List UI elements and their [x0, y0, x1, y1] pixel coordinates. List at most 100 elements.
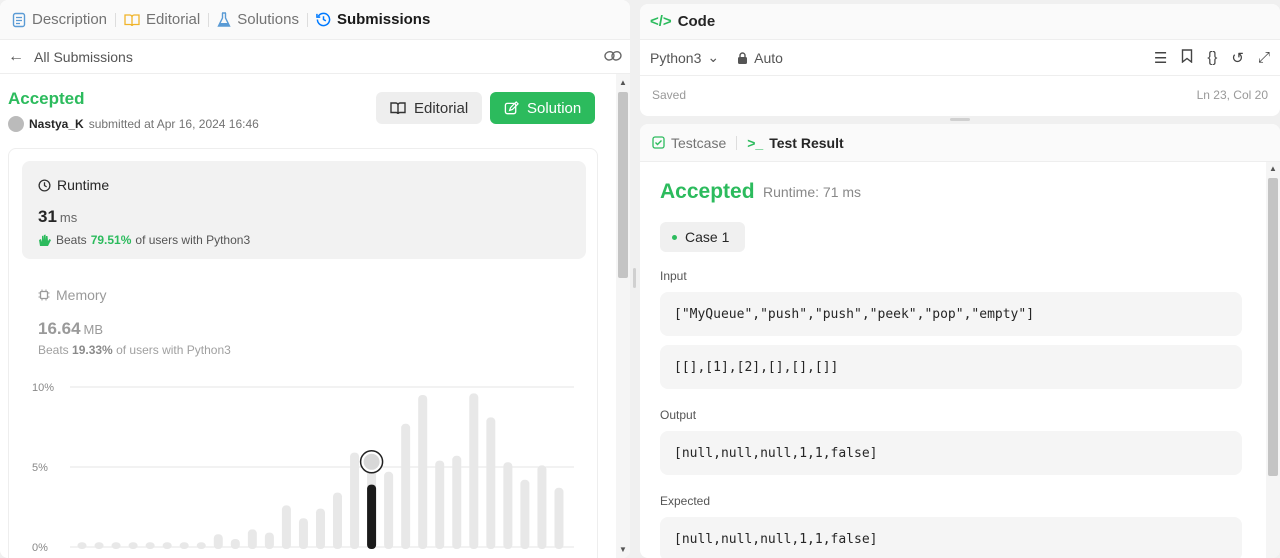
- chart-bar: [435, 460, 445, 549]
- all-submissions-link[interactable]: All Submissions: [34, 49, 133, 65]
- beats-prefix: Beats: [56, 233, 87, 247]
- lock-icon: [737, 51, 748, 64]
- left-scrollbar[interactable]: ▲ ▼: [616, 74, 630, 558]
- tab-solutions[interactable]: Solutions: [211, 11, 305, 28]
- braces-icon[interactable]: {}: [1207, 49, 1217, 67]
- runtime-beats-pct: 79.51%: [90, 233, 132, 247]
- chart-bar: [77, 542, 87, 549]
- editorial-button[interactable]: Editorial: [376, 92, 483, 124]
- tab-submissions-label: Submissions: [336, 11, 431, 28]
- memory-beats-pct: 19.33%: [72, 343, 113, 357]
- chevron-down-icon: ⌄: [707, 49, 720, 65]
- code-icon: </>: [650, 13, 672, 30]
- scroll-up-arrow-icon[interactable]: ▲: [1269, 164, 1277, 173]
- scroll-up-arrow-icon[interactable]: ▲: [619, 78, 627, 87]
- result-runtime: Runtime: 71 ms: [763, 184, 862, 200]
- chart-bar: [128, 542, 138, 549]
- terminal-icon: >_: [747, 134, 764, 151]
- memory-number: 16.64: [38, 319, 81, 338]
- submitted-time: submitted at Apr 16, 2024 16:46: [88, 117, 259, 131]
- runtime-label-text: Runtime: [57, 177, 110, 193]
- reset-icon[interactable]: ↺: [1231, 49, 1244, 67]
- scroll-down-arrow-icon[interactable]: ▼: [619, 545, 627, 554]
- code-title: Code: [677, 13, 716, 30]
- input-label: Input: [660, 269, 687, 283]
- chart-bar: [179, 542, 189, 549]
- scrollbar-thumb[interactable]: [1268, 178, 1278, 476]
- chart-bar: [401, 423, 411, 549]
- chart-bar: [230, 539, 240, 549]
- bookmark-icon[interactable]: [1181, 48, 1193, 67]
- chart-bar: [94, 542, 104, 549]
- input-line-1: ["MyQueue","push","push","peek","pop","e…: [674, 306, 1035, 322]
- auto-mode[interactable]: Auto: [737, 50, 783, 66]
- y-tick-label: 5%: [32, 462, 48, 474]
- chart-bar: [537, 465, 547, 549]
- code-toolbar: Python3 ⌄ Auto ☰ {} ↺ ⤢: [640, 40, 1280, 76]
- chart-bar: [520, 479, 530, 549]
- description-icon: [12, 12, 26, 28]
- result-panel: Testcase >_ Test Result Accepted Runtime…: [640, 124, 1280, 558]
- tab-testcase-label: Testcase: [671, 134, 727, 151]
- chart-bar: [111, 542, 121, 549]
- output-value: [null,null,null,1,1,false]: [674, 445, 878, 461]
- runtime-unit: ms: [59, 210, 78, 225]
- memory-beats: Beats 19.33% of users with Python3: [38, 343, 231, 357]
- tab-test-result-label: Test Result: [769, 134, 844, 151]
- back-arrow-icon[interactable]: ←: [8, 48, 24, 66]
- tab-editorial[interactable]: Editorial: [118, 11, 206, 28]
- share-link-icon[interactable]: [604, 49, 622, 65]
- tab-testcase[interactable]: Testcase: [652, 135, 726, 151]
- expand-icon[interactable]: ⤢: [1258, 49, 1270, 67]
- memory-label-text: Memory: [56, 287, 107, 303]
- submission-status: Accepted: [8, 89, 85, 108]
- input-box-2: [[],[1],[2],[],[],[]]: [660, 345, 1242, 389]
- hands-icon: [38, 234, 52, 247]
- tab-test-result[interactable]: >_ Test Result: [747, 135, 843, 151]
- chart-bar: [281, 505, 291, 549]
- horizontal-resize-handle[interactable]: [950, 118, 970, 121]
- beats-suffix: of users with Python3: [135, 233, 251, 247]
- scrollbar-thumb[interactable]: [618, 92, 628, 278]
- chart-bar: [418, 395, 428, 549]
- input-box-1: ["MyQueue","push","push","peek","pop","e…: [660, 292, 1242, 336]
- cursor-position: Ln 23, Col 20: [1196, 88, 1268, 102]
- chart-bar: [264, 532, 274, 549]
- pass-dot: [672, 234, 677, 240]
- username[interactable]: Nastya_K: [29, 117, 84, 131]
- highlight-bar: [367, 484, 377, 549]
- beats-suffix: of users with Python3: [116, 343, 231, 357]
- runtime-number: 31: [38, 207, 57, 226]
- y-tick-label: 10%: [32, 382, 54, 394]
- case-tab[interactable]: Case 1: [660, 222, 746, 252]
- tab-description[interactable]: Description: [6, 11, 113, 28]
- language-select[interactable]: Python3 ⌄: [650, 49, 719, 66]
- memory-label[interactable]: Memory: [38, 287, 107, 303]
- flask-icon: [217, 11, 231, 28]
- chart-bar: [554, 487, 564, 549]
- chip-icon: [38, 289, 50, 301]
- runtime-box[interactable]: Runtime 31 ms Beats 79.51% of users with …: [22, 161, 586, 259]
- left-tabbar: Description Editorial Solutions Submissi…: [0, 0, 630, 40]
- chart-bar: [315, 508, 325, 549]
- format-icon[interactable]: ☰: [1154, 49, 1167, 67]
- output-box: [null,null,null,1,1,false]: [660, 431, 1242, 475]
- code-footer: Saved Ln 23, Col 20: [640, 76, 1280, 114]
- runtime-label: Runtime: [38, 177, 109, 193]
- edit-icon: [504, 100, 519, 116]
- expected-label: Expected: [660, 494, 711, 508]
- code-panel: </> Code Python3 ⌄ Auto ☰ {} ↺ ⤢ Saved L…: [640, 4, 1280, 116]
- chart-bar: [247, 529, 257, 549]
- vertical-resize-handle[interactable]: [633, 268, 636, 288]
- chart-bar: [503, 462, 513, 549]
- chart-bar: [162, 542, 172, 549]
- tab-submissions[interactable]: Submissions: [310, 11, 436, 28]
- result-scrollbar[interactable]: ▲: [1266, 162, 1280, 558]
- submission-detail: Accepted Nastya_K submitted at Apr 16, 2…: [0, 74, 630, 558]
- chart-bar: [486, 417, 496, 549]
- solution-button[interactable]: Solution: [490, 92, 596, 124]
- memory-value: 16.64 MB: [38, 319, 103, 339]
- book-icon: [390, 101, 406, 115]
- submission-panel: Description Editorial Solutions Submissi…: [0, 0, 630, 558]
- chart-bar: [196, 542, 206, 549]
